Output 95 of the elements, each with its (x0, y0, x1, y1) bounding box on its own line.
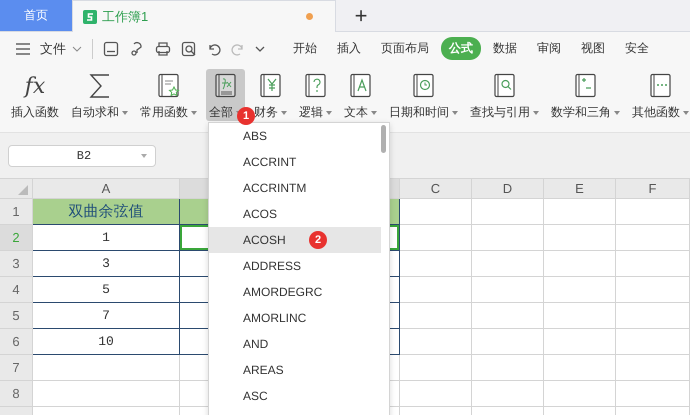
column-header[interactable]: A (33, 179, 180, 199)
column-header[interactable]: D (472, 179, 544, 199)
save-icon[interactable] (103, 40, 119, 56)
function-group-button[interactable]: fx 插入函数 (8, 69, 62, 121)
column-header[interactable]: F (616, 179, 690, 199)
table-cell (544, 199, 616, 225)
new-tab-button[interactable]: + (346, 0, 376, 31)
table-cell (400, 381, 472, 407)
row-header[interactable]: 4 (0, 277, 33, 303)
table-cell: 10 (33, 329, 180, 355)
function-list-item[interactable]: AND (209, 331, 381, 357)
row-header[interactable]: 6 (0, 329, 33, 355)
table-cell (400, 303, 472, 329)
function-list-item[interactable]: ACCRINT (209, 149, 381, 175)
book-icon (348, 73, 372, 99)
table-cell (544, 329, 616, 355)
row-header[interactable]: 1 (0, 199, 33, 225)
function-group-button[interactable]: 数学和三角 (548, 69, 623, 121)
table-cell: 1 (33, 225, 180, 251)
ribbon-tab[interactable]: 审阅 (529, 37, 569, 60)
table-cell (472, 329, 544, 355)
column-header[interactable]: C (400, 179, 472, 199)
ribbon-tab[interactable]: 数据 (485, 37, 525, 60)
table-cell (544, 355, 616, 381)
ribbon-tab[interactable]: 插入 (329, 37, 369, 60)
function-icon: fx (24, 74, 46, 98)
menu-icon[interactable] (16, 42, 30, 54)
ribbon-tab[interactable]: 开始 (285, 37, 325, 60)
step-badge: 2 (309, 231, 327, 249)
function-group-button[interactable]: 其他函数 (629, 69, 690, 121)
table-cell (400, 329, 472, 355)
table-cell: 双曲余弦值 (33, 199, 180, 225)
row-header[interactable]: 7 (0, 355, 33, 381)
book-icon (214, 73, 238, 99)
table-cell (400, 199, 472, 225)
table-cell (400, 277, 472, 303)
function-group-button[interactable]: 全部 (206, 69, 245, 121)
book-icon (258, 73, 282, 99)
table-cell (400, 355, 472, 381)
table-cell (400, 225, 472, 251)
table-cell (472, 381, 544, 407)
table-cell (472, 277, 544, 303)
function-list-item[interactable]: AREAS (209, 357, 381, 383)
function-list-item[interactable]: ASC (209, 383, 381, 409)
file-menu[interactable]: 文件 (40, 40, 82, 58)
function-group-button[interactable]: 日期和时间 (386, 69, 461, 121)
book-clock-icon (412, 73, 436, 99)
scrollbar-thumb[interactable] (381, 125, 386, 153)
name-box[interactable]: B2 (8, 144, 156, 166)
function-group-button[interactable]: 逻辑 (296, 69, 335, 121)
function-group-button[interactable]: 查找与引用 (467, 69, 542, 121)
table-cell (472, 199, 544, 225)
book-search-icon (492, 73, 516, 99)
table-cell: 7 (33, 303, 180, 329)
preview-icon[interactable] (181, 40, 197, 56)
book-icon (648, 73, 672, 99)
table-cell (544, 381, 616, 407)
function-list-item[interactable]: ABS (209, 123, 381, 149)
table-cell (544, 251, 616, 277)
table-cell (544, 225, 616, 251)
function-list-item[interactable]: ACOSH 2 (209, 227, 381, 253)
undo-icon[interactable] (207, 42, 221, 56)
function-group-button[interactable]: 自动求和 (68, 69, 131, 121)
ribbon-tab[interactable]: 视图 (573, 37, 613, 60)
more-icon[interactable] (255, 44, 265, 52)
spreadsheet-icon (83, 10, 97, 24)
ribbon-tab[interactable]: 页面布局 (373, 37, 437, 60)
row-header[interactable]: 8 (0, 381, 33, 407)
column-header[interactable]: E (544, 179, 616, 199)
function-list-item[interactable]: ACOS (209, 201, 381, 227)
table-cell (400, 251, 472, 277)
row-header[interactable]: 3 (0, 251, 33, 277)
ribbon-tab[interactable]: 安全 (617, 37, 657, 60)
function-group-button[interactable]: 常用函数 (137, 69, 200, 121)
function-list-item[interactable]: AMORDEGRC (209, 279, 381, 305)
book-icon (304, 73, 328, 99)
table-cell (472, 225, 544, 251)
sigma-icon (88, 73, 112, 99)
table-cell: 5 (33, 277, 180, 303)
table-cell (472, 251, 544, 277)
book-icon (574, 73, 598, 99)
function-list-item[interactable]: ADDRESS (209, 253, 381, 279)
function-list-item[interactable]: ACCRINTM (209, 175, 381, 201)
chevron-icon (72, 46, 82, 52)
table-cell (472, 355, 544, 381)
table-cell: 3 (33, 251, 180, 277)
table-cell (544, 277, 616, 303)
print-icon[interactable] (155, 40, 171, 56)
table-cell (544, 303, 616, 329)
row-header[interactable]: 5 (0, 303, 33, 329)
table-cell (472, 303, 544, 329)
caret-icon (141, 154, 148, 158)
function-list-item[interactable]: AMORLINC (209, 305, 381, 331)
corner-triangle-icon (18, 185, 28, 195)
function-group-button[interactable]: 文本 (341, 69, 380, 121)
